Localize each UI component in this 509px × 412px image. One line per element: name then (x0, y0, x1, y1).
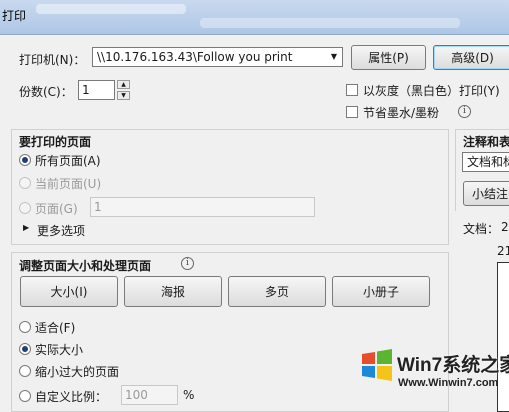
shrink-oversized-radio[interactable] (19, 365, 31, 377)
printer-select[interactable]: \\10.176.163.43\Follow you print ▼ (92, 47, 343, 67)
booklet-button[interactable]: 小册子 (332, 276, 430, 307)
save-ink-label: 节省墨水/墨粉 (363, 106, 440, 120)
document-size-label: 文档： (463, 222, 500, 236)
poster-button[interactable]: 海报 (124, 276, 222, 307)
custom-scale-input[interactable]: 100 (121, 385, 178, 405)
info-icon[interactable]: i (181, 257, 194, 270)
copies-input[interactable]: 1 (78, 80, 115, 100)
windows-logo-icon (362, 349, 392, 381)
comments-forms-title: 注释和表 (463, 135, 509, 149)
save-ink-checkbox[interactable] (346, 106, 358, 118)
expand-triangle-icon[interactable]: ▶ (23, 223, 29, 232)
watermark-url: Www.Winwin7.com (398, 377, 499, 389)
actual-size-label: 实际大小 (35, 343, 84, 357)
title-bar-blur (200, 18, 460, 28)
pages-range-input[interactable]: 1 (90, 197, 315, 217)
info-icon[interactable]: i (458, 105, 471, 118)
current-page-radio[interactable] (19, 177, 31, 189)
custom-scale-label: 自定义比例： (35, 390, 108, 404)
actual-size-radio[interactable] (19, 343, 31, 355)
preview-width-label: 21 (497, 244, 509, 258)
summarize-comments-button[interactable]: 小结注 (463, 181, 509, 206)
pages-label: 页面(G) (35, 202, 78, 216)
printer-label: 打印机(N)： (19, 53, 86, 67)
spin-down-icon[interactable]: ▼ (117, 91, 130, 100)
comments-forms-select-value: 文档和标 (467, 155, 509, 169)
size-button[interactable]: 大小(I) (20, 276, 118, 307)
fit-radio[interactable] (19, 321, 31, 333)
properties-button[interactable]: 属性(P) (351, 45, 426, 70)
more-options-link[interactable]: 更多选项 (37, 222, 85, 239)
preview-page (497, 262, 509, 412)
document-size-value: 2 (501, 220, 509, 234)
multiple-button[interactable]: 多页 (228, 276, 326, 307)
chevron-down-icon[interactable]: ▼ (326, 48, 342, 66)
all-pages-label: 所有页面(A) (35, 154, 101, 168)
spin-up-icon[interactable]: ▲ (117, 80, 130, 89)
shrink-oversized-label: 缩小过大的页面 (35, 365, 120, 379)
copies-label: 份数(C)： (19, 85, 73, 99)
title-bar: 打印 (0, 0, 509, 35)
printer-select-value: \\10.176.163.43\Follow you print (97, 50, 293, 64)
fit-label: 适合(F) (35, 321, 76, 335)
comments-forms-select[interactable]: 文档和标 (462, 152, 509, 172)
custom-scale-radio[interactable] (19, 390, 31, 402)
current-page-label: 当前页面(U) (35, 177, 102, 191)
percent-label: % (183, 388, 195, 402)
page-sizing-title: 调整页面大小和处理页面 (19, 259, 152, 273)
grayscale-checkbox[interactable] (346, 84, 358, 96)
pages-radio[interactable] (19, 202, 31, 214)
watermark-brand: Win7系统之家 (397, 355, 509, 376)
copies-spinner[interactable]: ▲ ▼ (117, 80, 130, 100)
all-pages-radio[interactable] (19, 154, 31, 166)
grayscale-label: 以灰度（黑白色）打印(Y) (363, 84, 500, 98)
title-bar-blur (36, 4, 186, 14)
window-title: 打印 (2, 9, 27, 23)
advanced-button[interactable]: 高级(D) (433, 45, 509, 70)
pages-to-print-title: 要打印的页面 (19, 135, 92, 149)
